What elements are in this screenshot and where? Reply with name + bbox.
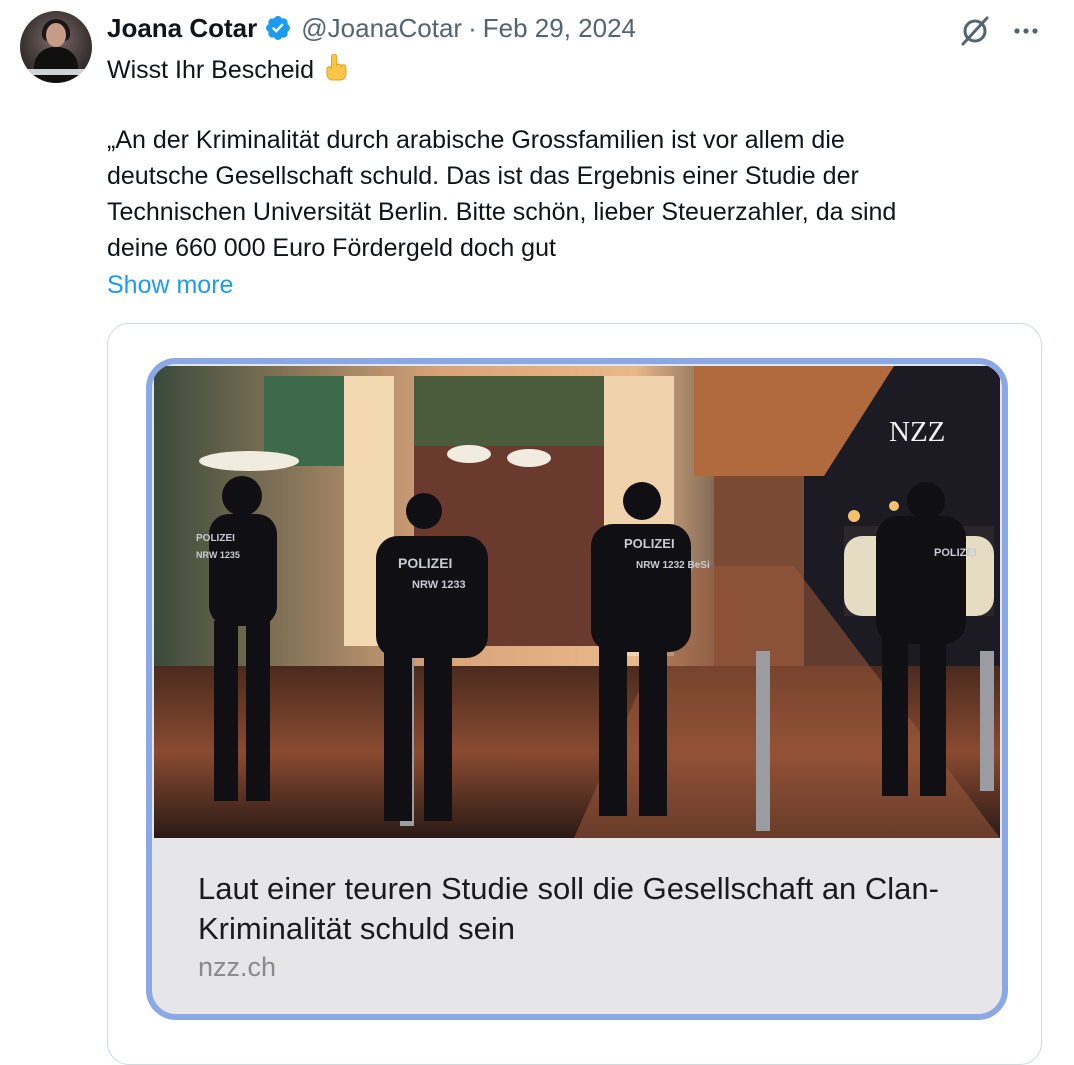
tweet-text-line: deutsche Gesellschaft schuld. Das ist da…: [107, 162, 859, 190]
uniform-text: POLIZEI: [398, 555, 452, 571]
author-name[interactable]: Joana Cotar: [107, 13, 257, 44]
tweet-header: Joana Cotar @JoanaCotar · Feb 29, 2024: [107, 8, 636, 48]
verified-badge-icon[interactable]: [264, 14, 292, 42]
uniform-text: NRW 1235: [196, 550, 240, 560]
pointing-up-hand-emoji: [326, 53, 347, 81]
nzz-watermark: NZZ: [889, 416, 945, 448]
tweet-date[interactable]: Feb 29, 2024: [483, 13, 636, 44]
avatar[interactable]: [20, 11, 92, 83]
tweet-text-line: Wisst Ihr Bescheid: [107, 52, 352, 88]
uniform-text: POLIZEI: [196, 533, 235, 544]
link-card[interactable]: POLIZEI NRW 1235 POLIZEI NRW 1233 POLIZE…: [107, 323, 1042, 1065]
uniform-text: POLIZEI: [624, 536, 675, 551]
link-preview[interactable]: POLIZEI NRW 1235 POLIZEI NRW 1233 POLIZE…: [146, 358, 1008, 1020]
card-domain: nzz.ch: [198, 952, 277, 982]
uniform-text: POLIZEI: [934, 547, 977, 559]
uniform-text: NRW 1233: [412, 579, 466, 591]
tweet-text-line: „An der Kriminalität durch arabische Gro…: [107, 126, 845, 154]
grok-icon[interactable]: [957, 13, 993, 49]
tweet-text-segment: Wisst Ihr Bescheid: [107, 56, 315, 84]
article-photo[interactable]: POLIZEI NRW 1235 POLIZEI NRW 1233 POLIZE…: [154, 366, 1000, 838]
author-handle[interactable]: @JoanaCotar: [301, 13, 462, 44]
tweet-text-line: Technischen Universität Berlin. Bitte sc…: [107, 198, 897, 226]
show-more-link[interactable]: Show more: [107, 267, 233, 303]
separator: ·: [468, 12, 477, 43]
uniform-text: NRW 1232 BeSi: [636, 560, 710, 571]
card-headline[interactable]: Laut einer teuren Studie soll die Gesell…: [198, 869, 958, 949]
tweet-text-line: deine 660 000 Euro Fördergeld doch gut: [107, 234, 556, 262]
more-options-icon[interactable]: [1008, 13, 1044, 49]
